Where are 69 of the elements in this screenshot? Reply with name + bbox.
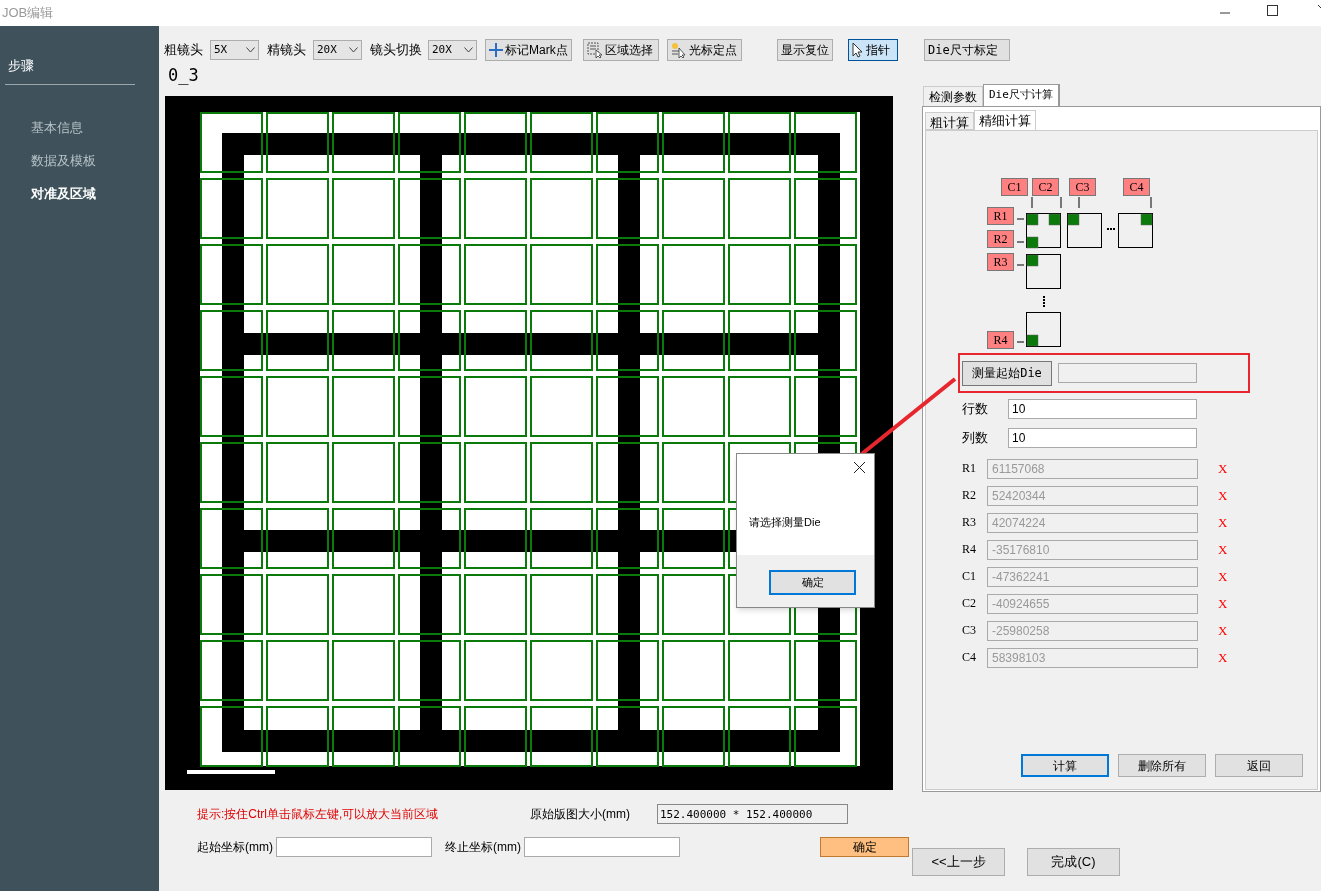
sidebar-heading: 步骤 xyxy=(8,57,35,75)
close-icon xyxy=(854,462,865,473)
axis-label: C1 xyxy=(1001,178,1028,196)
toolbar-button[interactable]: 区域选择 xyxy=(583,39,659,61)
subtab[interactable]: 精细计算 xyxy=(974,110,1036,130)
axis-label: R2 xyxy=(987,230,1014,248)
cursor-point-icon xyxy=(671,42,687,58)
reading-label: R2 xyxy=(962,487,977,504)
lens-label: 精镜头 xyxy=(267,41,307,60)
coord-label: 终止坐标(mm) xyxy=(445,839,522,856)
reading-label: R3 xyxy=(962,514,977,531)
tab[interactable]: 检测参数 xyxy=(923,86,983,106)
toolbar-button[interactable]: 标记Mark点 xyxy=(485,39,572,61)
close-icon xyxy=(1318,5,1321,8)
nav-button[interactable]: <<上一步 xyxy=(912,848,1005,876)
measure-button[interactable]: 测量起始Die xyxy=(962,360,1052,386)
action-button[interactable]: 返回 xyxy=(1215,754,1303,777)
lens-label: 镜头切换 xyxy=(370,41,423,60)
measure-field[interactable] xyxy=(1058,363,1197,383)
size-label: 原始版图大小(mm) xyxy=(530,806,631,823)
nav-button[interactable]: 完成(C) xyxy=(1027,848,1120,876)
axis-label: R3 xyxy=(987,253,1014,271)
reading-label: C1 xyxy=(962,568,977,585)
axis-label: R4 xyxy=(987,331,1014,349)
lens-dropdown[interactable]: 20X xyxy=(428,40,477,60)
maximize-icon xyxy=(1267,5,1278,16)
sidebar-item[interactable]: 对准及区域 xyxy=(31,183,159,202)
plus-icon xyxy=(489,43,503,57)
caret-icon xyxy=(246,47,255,53)
lens-dropdown[interactable]: 5X xyxy=(210,40,259,60)
count-field[interactable]: 10 xyxy=(1008,399,1197,419)
pointer-icon xyxy=(852,42,864,58)
size-field[interactable]: 152.400000 * 152.400000 xyxy=(657,804,848,824)
lens-label: 粗镜头 xyxy=(164,41,204,60)
subtab[interactable]: 粗计算 xyxy=(925,112,974,130)
sidebar-item[interactable]: 基本信息 xyxy=(31,117,159,136)
toolbar-button[interactable]: 指针 xyxy=(848,39,898,61)
confirm-button[interactable]: 确定 xyxy=(820,837,909,857)
hint-text: 提示:按住Ctrl单击鼠标左键,可以放大当前区域 xyxy=(197,806,440,823)
coord-label: 起始坐标(mm) xyxy=(197,839,274,856)
axis-label: R1 xyxy=(987,207,1014,225)
window-title: JOB编辑 xyxy=(2,4,54,23)
count-field[interactable]: 10 xyxy=(1008,428,1197,448)
reading-label: R4 xyxy=(962,541,977,558)
action-button[interactable]: 计算 xyxy=(1021,754,1109,777)
caret-icon xyxy=(349,47,358,53)
caret-icon xyxy=(464,47,473,53)
dialog-message: 请选择测量Die xyxy=(749,515,821,530)
axis-label: C2 xyxy=(1032,178,1059,196)
reading-label: C3 xyxy=(962,622,977,639)
sidebar-item[interactable]: 数据及模板 xyxy=(31,150,159,169)
toolbar-button[interactable]: 显示复位 xyxy=(777,39,833,61)
region-select-icon xyxy=(587,42,603,58)
tab[interactable]: Die尺寸计算 xyxy=(983,84,1060,106)
reading-label: C4 xyxy=(962,649,977,666)
count-label: 行数 xyxy=(962,400,989,419)
image-label: 0_3 xyxy=(168,66,200,84)
count-label: 列数 xyxy=(962,429,989,448)
axis-label: C4 xyxy=(1123,178,1150,196)
coord-field[interactable] xyxy=(524,837,680,857)
toolbar-button[interactable]: 光标定点 xyxy=(667,39,742,61)
reading-label: R1 xyxy=(962,460,977,477)
ok-button[interactable]: 确定 xyxy=(769,570,856,595)
reading-label: C2 xyxy=(962,595,977,612)
coord-field[interactable] xyxy=(276,837,432,857)
axis-label: C3 xyxy=(1069,178,1096,196)
action-button[interactable]: 删除所有 xyxy=(1118,754,1206,777)
toolbar-button[interactable]: Die尺寸标定 xyxy=(924,39,1010,61)
lens-dropdown[interactable]: 20X xyxy=(313,40,362,60)
